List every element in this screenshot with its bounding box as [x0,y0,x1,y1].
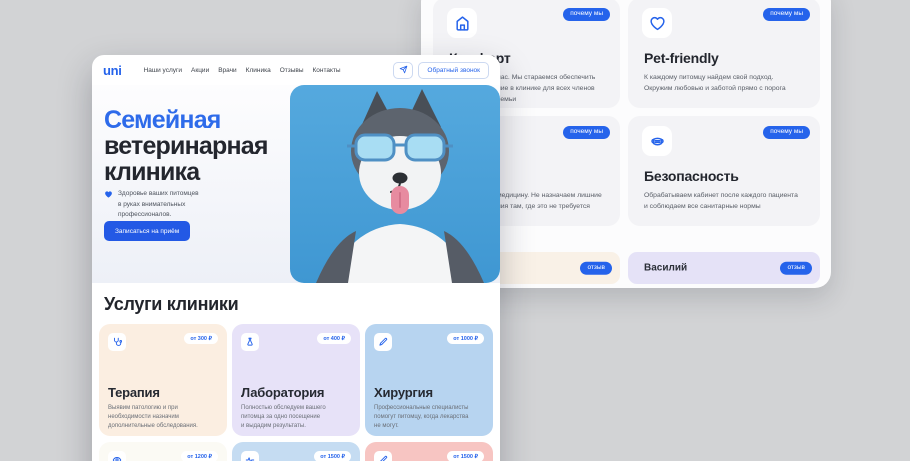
service-title: Терапия [108,385,218,400]
nav-item-promos[interactable]: Акции [191,67,209,74]
service-card-laboratory[interactable]: от 400 ₽ Лаборатория Полностью обследуем… [232,324,360,436]
heart-icon [642,8,672,38]
service-card-cardiology[interactable]: от 1500 ₽ [232,442,360,461]
service-card-therapy[interactable]: от 300 ₽ Терапия Выявим патологию и при … [99,324,227,436]
reviewer-name: Василий [644,263,687,274]
why-us-badge: почему мы [563,8,610,21]
flask-icon [241,333,259,351]
nav-item-clinic[interactable]: Клиника [246,67,271,74]
desktop-background: почему мы Комфорт нас. Мы стараемся обес… [0,0,910,461]
price-badge: от 1500 ₽ [447,451,484,461]
review-card: Василий отзыв [628,252,820,284]
services-section: Услуги клиники от 300 ₽ Терапия Выявим п… [92,283,500,461]
pulse-icon [241,451,259,461]
nav-item-services[interactable]: Наши услуги [144,67,182,74]
paper-plane-icon [399,65,408,76]
price-badge: от 1500 ₽ [314,451,351,461]
service-card-vaccination[interactable]: от 1500 ₽ [365,442,493,461]
service-description: Выявим патологию и при необходимости наз… [108,404,218,431]
husky-photo [290,85,500,283]
why-us-badge: почему мы [563,126,610,139]
feature-title: Pet-friendly [644,50,719,66]
service-title: Хирургия [374,385,484,400]
nav-item-doctors[interactable]: Врачи [218,67,236,74]
hero-title-rest: ветеринарная клиника [104,132,268,186]
feature-description: К каждому питомцу найдем свой подход. Ок… [644,72,810,94]
pen-icon [374,451,392,461]
review-badge: отзыв [580,262,612,275]
why-us-badge: почему мы [763,8,810,21]
review-badge: отзыв [780,262,812,275]
site-navbar: uni Наши услуги Акции Врачи Клиника Отзы… [92,55,500,85]
feature-description: медицину. Не назначаем лишние ния там, г… [497,190,610,212]
service-card-ophthalmology[interactable]: от 1200 ₽ [99,442,227,461]
service-description: Профессиональные специалисты помогут пит… [374,404,484,431]
scalpel-icon [374,333,392,351]
heart-icon [104,190,113,199]
hero-tagline: Здоровье ваших питомцев в руках внимател… [118,189,199,221]
feature-title: Безопасность [644,168,739,184]
feature-description: Обрабатываем кабинет после каждого пацие… [644,190,810,212]
service-description: Полностью обследуем вашего питомца за од… [241,404,351,431]
stethoscope-icon [108,333,126,351]
nav-item-contacts[interactable]: Контакты [313,67,341,74]
price-badge: от 1000 ₽ [447,333,484,344]
hero-title: Семейнаяветеринарная клиника [104,107,292,185]
why-us-badge: почему мы [763,126,810,139]
feature-card-safety: почему мы Безопасность Обрабатываем каби… [628,116,820,226]
navbar-actions: Обратный звонок [393,62,489,79]
site-logo[interactable]: uni [103,63,122,78]
book-appointment-button[interactable]: Записаться на приём [104,221,190,241]
hero-section: Семейнаяветеринарная клиника Здоровье ва… [92,85,500,283]
services-grid: от 300 ₽ Терапия Выявим патологию и при … [92,315,500,461]
feature-description: нас. Мы стараемся обеспечить ние в клини… [497,72,610,106]
eye-icon [108,451,126,461]
feature-card-pet-friendly: почему мы Pet-friendly К каждому питомцу… [628,0,820,108]
medical-mask-icon [642,126,672,156]
hero-title-accent: Семейная [104,107,292,133]
service-card-surgery[interactable]: от 1000 ₽ Хирургия Профессиональные спец… [365,324,493,436]
main-navigation: Наши услуги Акции Врачи Клиника Отзывы К… [144,67,341,74]
hero-tagline-row: Здоровье ваших питомцев в руках внимател… [104,189,199,221]
service-title: Лаборатория [241,385,351,400]
price-badge: от 400 ₽ [317,333,351,344]
services-heading: Услуги клиники [92,283,500,315]
price-badge: от 300 ₽ [184,333,218,344]
send-message-button[interactable] [393,62,413,79]
nav-item-reviews[interactable]: Отзывы [280,67,304,74]
price-badge: от 1200 ₽ [181,451,218,461]
home-icon [447,8,477,38]
clinic-site-window: uni Наши услуги Акции Врачи Клиника Отзы… [92,55,500,461]
callback-button[interactable]: Обратный звонок [418,62,489,79]
